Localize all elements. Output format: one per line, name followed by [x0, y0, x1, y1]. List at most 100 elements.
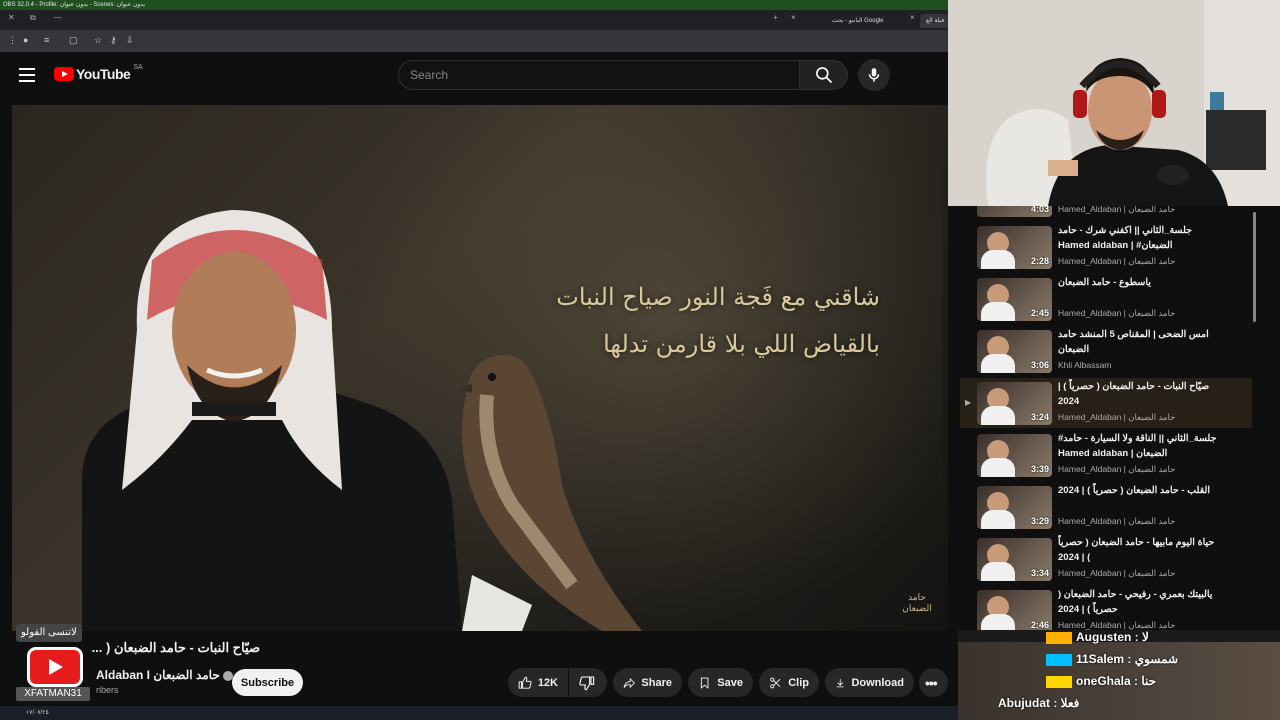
- tab-active[interactable]: فيلة الع: [920, 14, 948, 28]
- playlist-item[interactable]: 2:28 جلسة_الثاني || اكفني شرك - حامد الضب…: [960, 222, 1252, 272]
- chat-username: Abujudat: [998, 696, 1050, 710]
- duration-badge: 3:39: [1030, 464, 1049, 474]
- playlist-item-title: حياة اليوم مابيها - حامد الضبعان ( حصريا…: [1058, 537, 1215, 563]
- playlist-item-channel: Hamed_Aldaban | حامد الضبعان: [1058, 464, 1176, 474]
- duration-badge: 3:24: [1030, 412, 1049, 422]
- youtube-header: YouTube SA: [0, 52, 948, 102]
- playlist-item-channel: Hamed_Aldaban | حامد الضبعان: [1058, 412, 1176, 422]
- thumbs-down-icon: [579, 675, 595, 690]
- chat-badge-icon: [1046, 631, 1072, 644]
- playlist-item-title: جلسة_الثاني || اكفني شرك - حامد الضبعان#…: [1058, 225, 1193, 251]
- thumbnail-body: [981, 562, 1015, 581]
- thumbnail-body: [981, 614, 1015, 630]
- menu-icon[interactable]: [19, 68, 35, 82]
- save-button[interactable]: Save: [688, 668, 753, 697]
- browser-toolbar: ⋮ ● ≡ ▢ ☆ ⚷ ⇩: [0, 30, 948, 52]
- video-thumbnail: 2:46: [977, 590, 1052, 630]
- youtube-play-icon: [27, 647, 83, 687]
- tab-google-search[interactable]: البانيو - بحث Google: [826, 14, 890, 28]
- chat-badge-icon: [1046, 653, 1072, 666]
- playlist-item-title: يالبيتك بعمري - رفيحي - حامد الضبعان ( ح…: [1058, 589, 1213, 615]
- singer-image: [82, 210, 462, 631]
- obs-title-bar: OBS 32.0.4 - Profile: بدون عنوان - Scene…: [0, 0, 948, 10]
- playlist-item[interactable]: 2:46 يالبيتك بعمري - رفيحي - حامد الضبعان…: [960, 586, 1252, 630]
- video-thumbnail: 3:06: [977, 330, 1052, 373]
- playlist-item-channel: Khli Albassam: [1058, 360, 1112, 370]
- streamer-overlay: لاتنسى الفولو XFATMAN31: [0, 624, 96, 702]
- chat-text: فعلا: [1060, 696, 1080, 710]
- chat-text: لا: [1142, 630, 1149, 644]
- more-vert-icon[interactable]: ⋮: [8, 35, 17, 46]
- key-icon[interactable]: ⚷: [110, 35, 117, 46]
- share-icon: [623, 677, 635, 688]
- tab-close-icon[interactable]: ×: [791, 13, 796, 22]
- video-player[interactable]: شاقني مع فَجة النور صياح النبات بالقياض …: [12, 105, 948, 631]
- star-icon[interactable]: ☆: [94, 35, 102, 46]
- youtube-logo[interactable]: YouTube SA: [54, 64, 143, 82]
- playlist-item[interactable]: 3:06 امس الضحى | المقناص 5 المنشد حامد ال…: [960, 326, 1252, 376]
- playlist-item-title: ياسطوع - حامد الضبعان: [1058, 277, 1151, 288]
- chat-message: Augusten : لا: [1046, 630, 1149, 644]
- duration-badge: 2:46: [1030, 620, 1049, 630]
- channel-name[interactable]: Aldaban I حامد الضبعان: [96, 668, 234, 682]
- webcam-image: [948, 0, 1280, 206]
- channel-name-text: Aldaban I حامد الضبعان: [96, 668, 220, 682]
- chat-message: Abujudat : فعلا: [998, 696, 1080, 710]
- playlist-item-partial[interactable]: 4:03 Hamed_Aldaban | حامد الضبعان: [960, 206, 1252, 220]
- subscribe-button[interactable]: Subscribe: [232, 669, 303, 696]
- search-box: [398, 60, 800, 90]
- signature-logo: حامد الضبعان: [902, 593, 932, 614]
- close-icon[interactable]: ✕: [8, 13, 15, 22]
- overlay-follow-text: لاتنسى الفولو: [16, 624, 82, 642]
- more-horiz-icon: •••: [925, 674, 938, 691]
- playlist-item[interactable]: 3:34 حياة اليوم مابيها - حامد الضبعان ( ح…: [960, 534, 1252, 584]
- playlist-item-channel: Hamed_Aldaban | حامد الضبعان: [1058, 206, 1176, 214]
- playlist-panel: 4:03 Hamed_Aldaban | حامد الضبعان 2:28 جل…: [960, 206, 1260, 630]
- browser-tab-strip: ✕ ⧉ — + × البانيو - بحث Google × فيلة ال…: [0, 10, 948, 30]
- mic-icon: [868, 68, 880, 82]
- tab-label: البانيو - بحث Google: [832, 18, 884, 24]
- chat-message: oneGhala : حنا: [1046, 674, 1156, 688]
- restore-icon[interactable]: ⧉: [30, 13, 36, 23]
- search-input[interactable]: [399, 61, 799, 89]
- playlist-item-channel: Hamed_Aldaban | حامد الضبعان: [1058, 568, 1176, 578]
- overlay-channel-name: XFATMAN31: [16, 687, 90, 701]
- more-actions-button[interactable]: •••: [919, 668, 948, 697]
- playlist-item[interactable]: 2:45 ياسطوع - حامد الضبعان Hamed_Aldaban |…: [960, 274, 1252, 324]
- video-thumbnail: 3:39: [977, 434, 1052, 477]
- playlist-item[interactable]: 3:39 جلسة_الثاني || الناقة ولا السيارة - …: [960, 430, 1252, 480]
- clip-button[interactable]: Clip: [759, 668, 819, 697]
- download-button[interactable]: Download: [825, 668, 914, 697]
- scissors-icon: [770, 677, 781, 688]
- taskbar-date: ١٧/٠٧/٢٥: [26, 710, 49, 716]
- like-button[interactable]: 12K: [508, 668, 568, 697]
- chat-username: Augusten: [1076, 630, 1132, 644]
- tab-label: فيلة الع: [926, 18, 945, 24]
- page-icon[interactable]: ▢: [69, 35, 78, 46]
- playlist-item[interactable]: ▶ 3:24 صيّاح النبات - حامد الضبعان ( حصريا…: [960, 378, 1252, 428]
- playlist-item-channel: Hamed_Aldaban | حامد الضبعان: [1058, 620, 1176, 630]
- search-icon: [816, 67, 833, 84]
- minimize-icon[interactable]: —: [54, 13, 62, 22]
- profile-icon[interactable]: ●: [23, 35, 28, 45]
- save-label: Save: [717, 676, 743, 689]
- clip-label: Clip: [788, 676, 809, 689]
- video-thumbnail: 3:24: [977, 382, 1052, 425]
- video-thumbnail: 2:28: [977, 226, 1052, 269]
- playlist-item-title: القلب - حامد الضبعان ( حصرياً ) | 2024: [1058, 485, 1211, 496]
- install-icon[interactable]: ⇩: [126, 35, 134, 46]
- thumbnail-body: [981, 406, 1015, 425]
- tab-close-icon[interactable]: ×: [910, 13, 915, 22]
- playlist-item-channel: Hamed_Aldaban | حامد الضبعان: [1058, 516, 1176, 526]
- subscriber-count: ribers: [96, 685, 119, 695]
- voice-search-button[interactable]: [858, 59, 890, 91]
- share-button[interactable]: Share: [613, 668, 682, 697]
- extensions-icon[interactable]: ≡: [44, 35, 49, 45]
- search-button[interactable]: [800, 60, 848, 90]
- playlist-item-title: جلسة_الثاني || الناقة ولا السيارة - حامد…: [1058, 433, 1217, 459]
- thumbnail-body: [981, 458, 1015, 477]
- playlist-item[interactable]: 3:29 القلب - حامد الضبعان ( حصرياً ) | 20…: [960, 482, 1252, 532]
- dislike-button[interactable]: [569, 668, 607, 697]
- playlist-scrollbar[interactable]: [1253, 212, 1256, 322]
- new-tab-button[interactable]: +: [773, 13, 778, 22]
